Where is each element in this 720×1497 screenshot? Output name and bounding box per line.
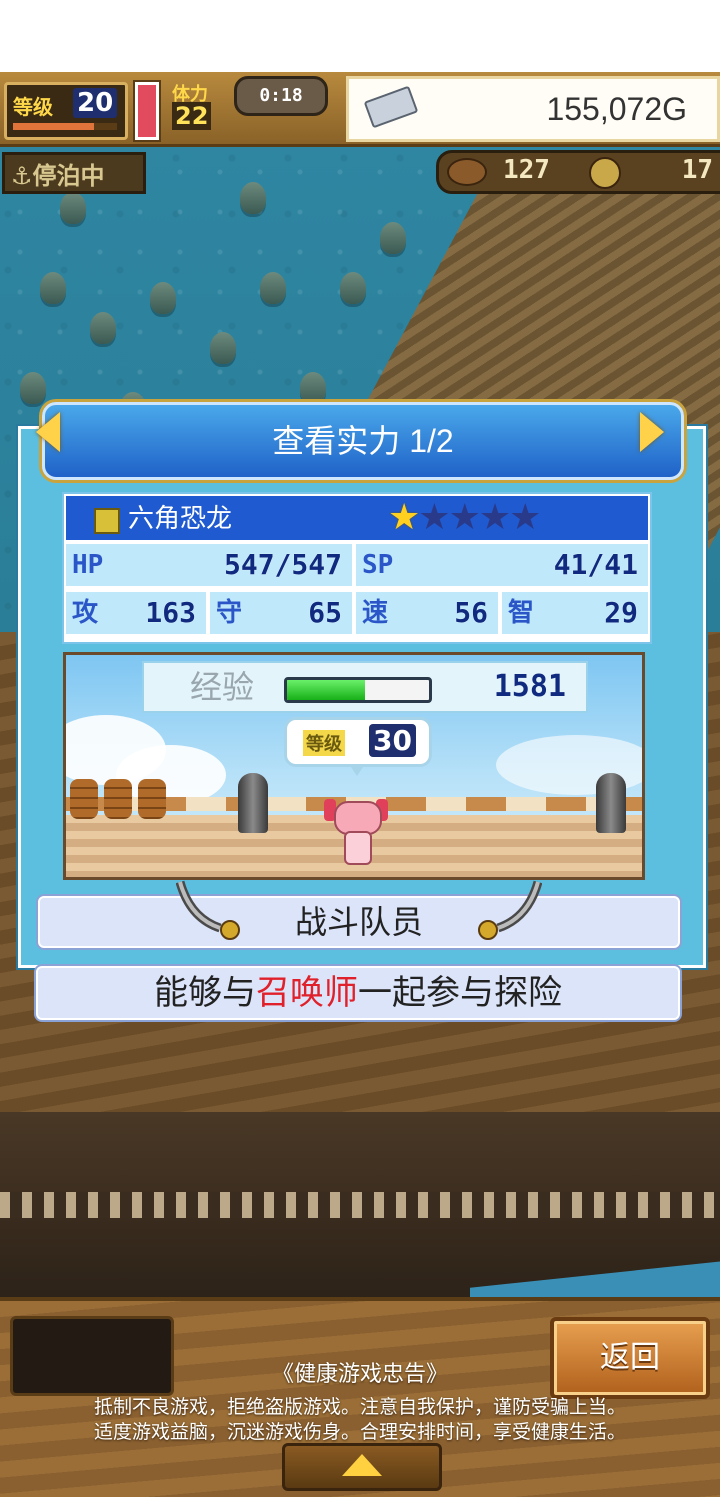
next-page-arrow-icon[interactable] [640,412,664,452]
level-tag: 等级 [303,730,345,756]
food-icon [447,158,487,186]
food-count: 127 [503,155,550,185]
health-notice-title: 《健康游戏忠告》 [271,1361,448,1386]
cannon-icon [238,773,268,833]
hp-value: 547/547 [223,548,342,581]
star-filled-icon: ★ [388,497,420,538]
description-text: 能够与召唤师一起参与探险 [154,974,562,1012]
speed-value: 56 [454,596,488,629]
monster-name-row: 六角恐龙 ★★★★★ [66,496,648,540]
role-band: 战斗队员 [38,896,680,948]
exp-label: 经验 [190,669,255,705]
description-band: 能够与召唤师一起参与探险 [36,966,680,1020]
stamina-timer: 0:18 [234,76,328,116]
player-level-box[interactable]: 等级 20 [4,82,128,140]
exp-value: 1581 [493,669,566,704]
sword-right-icon [478,880,542,940]
medal-count: 17 [681,155,713,185]
defense-cell: 守 65 [210,592,352,634]
sp-value: 41/41 [553,548,638,581]
stats-panel: 六角恐龙 ★★★★★ HP 547/547 SP 41/41 攻 163 守 6… [62,492,652,644]
sword-left-icon [176,880,240,940]
health-notice-line-2: 适度游戏益脑，沉迷游戏伤身。合理安排时间，享受健康生活。 [93,1422,626,1443]
prev-page-arrow-icon[interactable] [36,412,60,452]
intelligence-cell: 智 29 [502,592,648,634]
monster-level-bubble: 等级 30 [284,717,432,776]
cannon-icon [596,773,626,833]
player-exp-bar [13,123,117,130]
defense-value: 65 [308,596,342,629]
expand-menu-button[interactable] [282,1443,442,1491]
level-label: 等级 [13,95,53,119]
dialog-title: 查看实力 1/2 [272,423,454,459]
star-empty-icon: ★ [448,497,481,538]
stamina-gauge [133,80,161,142]
highlight-text: 召唤师 [256,974,358,1012]
star-empty-icon: ★ [478,497,511,538]
barrel-icon [138,779,166,819]
sp-cell: SP 41/41 [356,544,648,586]
barrel-icon [70,779,98,819]
element-icon [94,508,120,534]
monster-preview: 经验 1581 等级 30 [63,652,645,880]
exp-box: 经验 1581 [142,661,588,713]
player-level: 20 [73,88,118,118]
axolotl-sprite [324,795,388,865]
attack-cell: 攻 163 [66,592,206,634]
hp-cell: HP 547/547 [66,544,352,586]
anchored-status-badge: ⚓停泊中 [2,152,146,194]
stamina-value: 22 [172,102,212,130]
intelligence-value: 29 [604,596,638,629]
gold-display: 155,072G [346,76,720,142]
attack-value: 163 [145,596,196,629]
star-empty-icon: ★ [418,497,450,538]
star-empty-icon: ★ [509,497,541,538]
exp-progress-bar [284,677,432,703]
gold-bar-icon [363,85,419,129]
rarity-stars: ★★★★★ [388,497,541,538]
ship-railing [0,1192,720,1218]
up-arrow-icon [342,1454,382,1476]
monster-name: 六角恐龙 [128,503,233,533]
gold-amount: 155,072G [546,91,687,127]
health-notice-line-1: 抵制不良游戏，拒绝盗版游戏。注意自我保护，谨防受骗上当。 [93,1397,626,1418]
role-label: 战斗队员 [294,904,423,940]
medal-icon [589,157,621,189]
speed-cell: 速 56 [356,592,498,634]
resource-bar: 127 17 [436,150,720,194]
dialog-title-bar: 查看实力 1/2 [42,402,684,480]
monster-level: 30 [369,724,416,757]
barrel-icon [104,779,132,819]
